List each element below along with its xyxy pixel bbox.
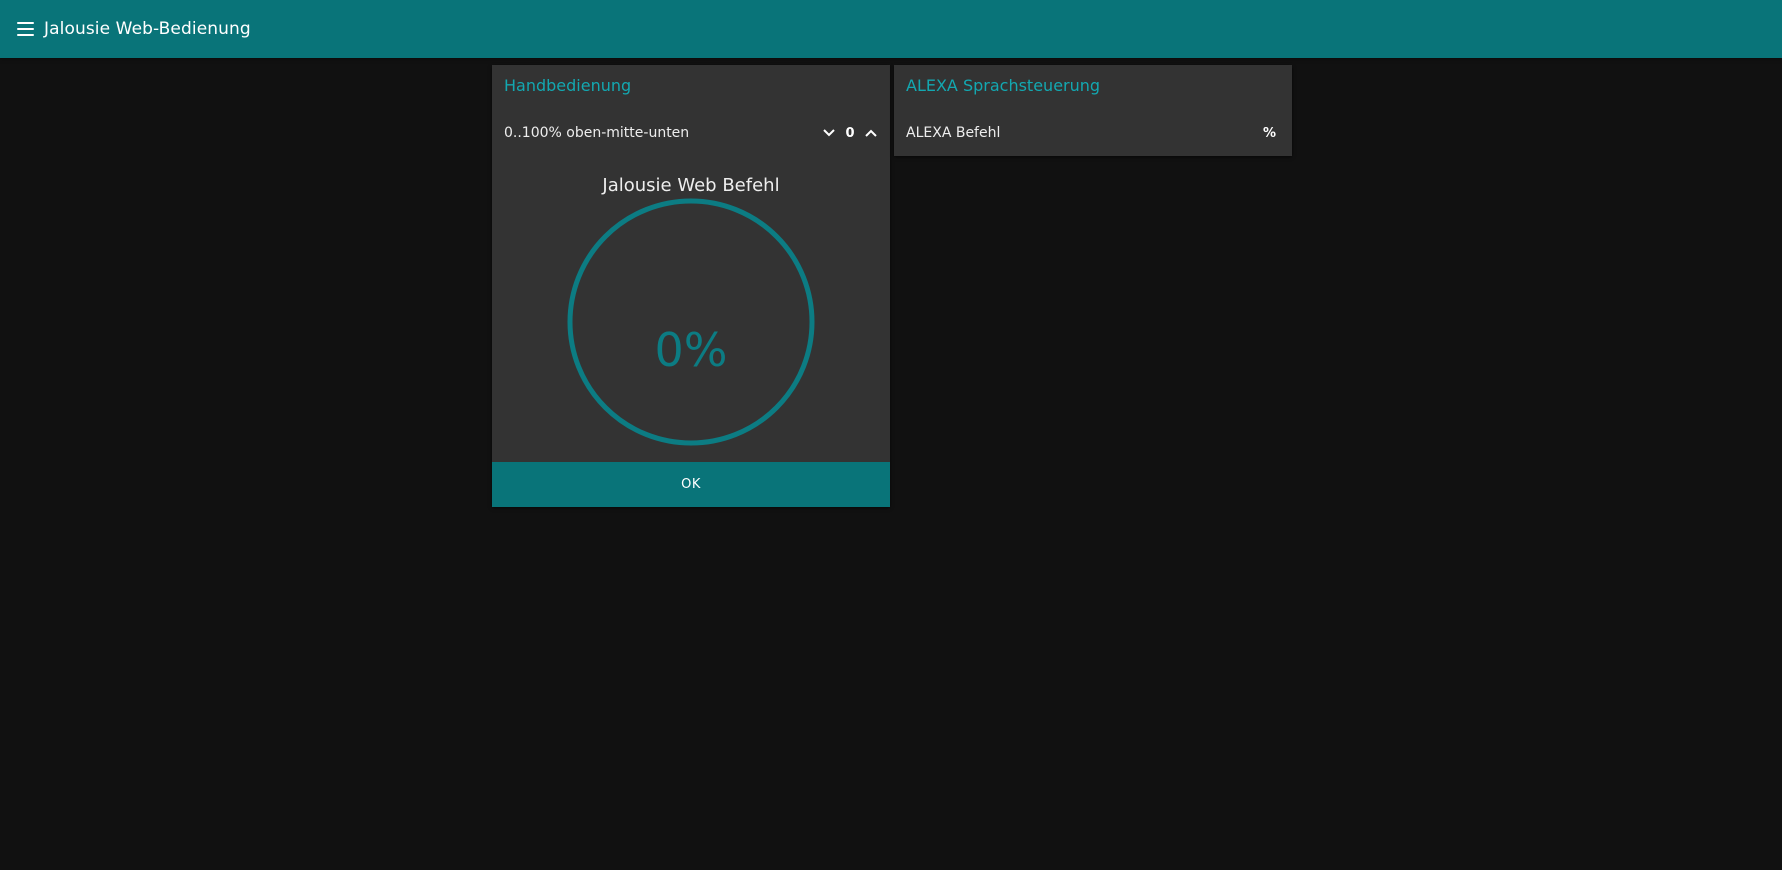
alexa-command-label: ALEXA Befehl	[906, 125, 1001, 141]
chevron-down-icon[interactable]	[818, 122, 840, 144]
gauge-value: 0%	[654, 323, 728, 377]
manual-control-card: Handbedienung 0..100% oben-mitte-unten 0…	[492, 65, 890, 507]
percentage-gauge	[567, 198, 815, 446]
position-stepper-row: 0..100% oben-mitte-unten 0	[492, 119, 890, 147]
stepper-value: 0	[845, 125, 855, 141]
alexa-command-value: %	[1262, 125, 1276, 141]
app-bar: Jalousie Web-Bedienung	[0, 0, 1782, 58]
alexa-card-title: ALEXA Sprachsteuerung	[906, 76, 1101, 95]
gauge-ring	[567, 198, 815, 446]
chevron-up-icon[interactable]	[860, 122, 882, 144]
hamburger-menu-icon[interactable]	[17, 22, 34, 36]
position-stepper: 0	[818, 122, 882, 144]
ok-button[interactable]: OK	[492, 462, 890, 507]
app-title: Jalousie Web-Bedienung	[44, 19, 251, 39]
position-label: 0..100% oben-mitte-unten	[504, 125, 690, 141]
alexa-command-row: ALEXA Befehl %	[894, 119, 1292, 147]
manual-card-title: Handbedienung	[504, 76, 632, 95]
gauge-label: Jalousie Web Befehl	[602, 175, 780, 196]
alexa-voice-control-card: ALEXA Sprachsteuerung ALEXA Befehl %	[894, 65, 1292, 156]
